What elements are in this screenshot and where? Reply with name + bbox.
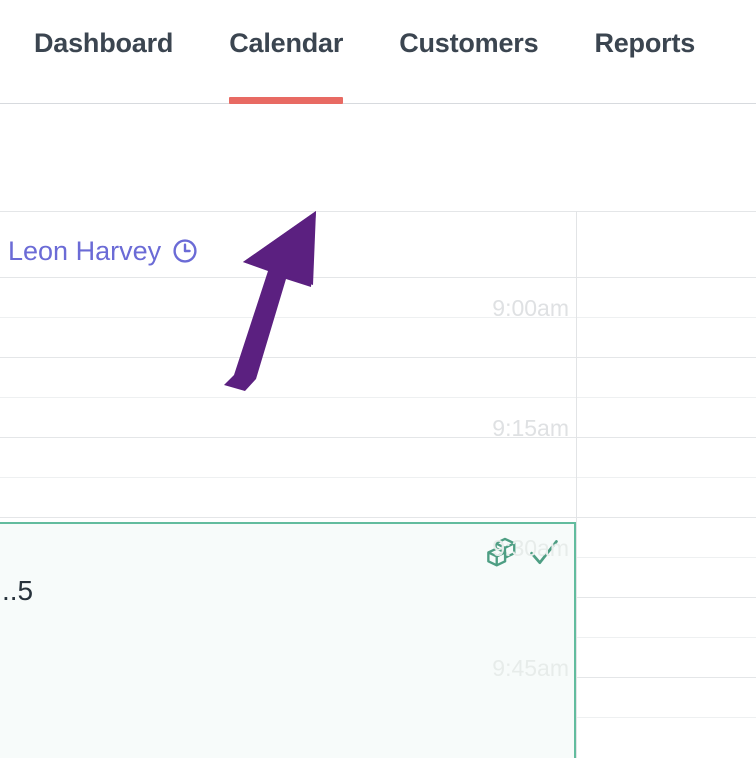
time-label-945: 9:45am: [492, 655, 569, 681]
tab-customers[interactable]: Customers: [371, 0, 566, 104]
tab-reports[interactable]: Reports: [566, 0, 723, 104]
tab-calendar-label: Calendar: [229, 28, 344, 58]
tab-dashboard-label: Dashboard: [34, 28, 174, 58]
nav-tab-list: Dashboard Calendar Customers Reports: [0, 0, 723, 104]
grid-line: [0, 357, 756, 358]
tab-dashboard-underline: [28, 97, 173, 104]
appointment-text: ..5: [2, 575, 34, 606]
grid-line: [0, 477, 756, 478]
staff-column-header[interactable]: Leon Harvey: [0, 224, 576, 278]
tab-dashboard[interactable]: Dashboard: [0, 0, 201, 104]
grid-line: [0, 517, 756, 518]
grid-line: [0, 211, 756, 212]
top-navbar: Dashboard Calendar Customers Reports: [0, 0, 756, 104]
tab-reports-underline: [594, 97, 695, 104]
tab-calendar[interactable]: Calendar: [201, 0, 371, 104]
grid-line: [0, 317, 756, 318]
calendar-toolbar: d All rostered staff: [0, 105, 756, 313]
staff-name-label: Leon Harvey: [8, 235, 162, 266]
calendar-grid[interactable]: Leon Harvey 9:00am 9:15am ..5 9:30am 9:4…: [0, 211, 756, 758]
tab-customers-underline: [399, 97, 538, 104]
tab-customers-label: Customers: [399, 28, 539, 58]
time-label-915: 9:15am: [492, 415, 569, 441]
grid-line: [0, 437, 756, 438]
calendar-app: Dashboard Calendar Customers Reports d: [0, 0, 756, 758]
clock-icon[interactable]: [172, 238, 198, 264]
time-label-930: 9:30am: [492, 535, 569, 561]
column-divider: [576, 211, 577, 758]
time-label-900: 9:00am: [492, 295, 569, 321]
tab-calendar-underline: [229, 97, 344, 104]
tab-reports-label: Reports: [594, 28, 696, 58]
grid-line: [0, 397, 756, 398]
